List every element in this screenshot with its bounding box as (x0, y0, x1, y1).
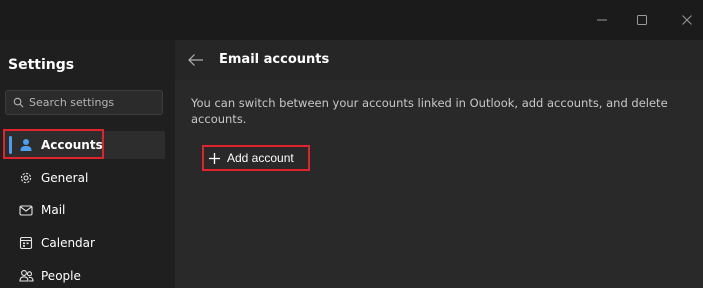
mail-icon (18, 202, 34, 218)
sidebar-item-label: General (41, 171, 89, 185)
close-button[interactable] (664, 0, 703, 40)
main-panel: Email accounts You can switch between yo… (175, 40, 703, 288)
calendar-icon (18, 235, 34, 251)
sidebar-item-calendar[interactable]: Calendar (5, 229, 165, 257)
sidebar-item-people[interactable]: People (5, 262, 165, 288)
add-account-button[interactable]: Add account (202, 145, 310, 171)
sidebar-item-label: Calendar (41, 236, 95, 250)
settings-window: Settings Accounts (0, 0, 703, 288)
page-title: Email accounts (219, 52, 330, 67)
maximize-button[interactable] (619, 0, 665, 40)
back-arrow-icon[interactable] (187, 52, 205, 68)
sidebar-item-label: People (41, 269, 81, 283)
gear-icon (18, 170, 34, 186)
search-icon (13, 97, 24, 108)
close-icon (682, 15, 692, 25)
sidebar-title: Settings (8, 57, 75, 73)
settings-sidebar: Settings Accounts (0, 40, 175, 288)
maximize-icon (637, 15, 647, 25)
panel-header: Email accounts (175, 40, 703, 80)
people-icon (18, 268, 34, 284)
search-input[interactable] (29, 96, 159, 109)
title-bar (0, 0, 703, 40)
search-box[interactable] (5, 90, 163, 115)
description-text: You can switch between your accounts lin… (191, 96, 668, 126)
add-account-label: Add account (227, 151, 294, 165)
sidebar-item-label: Mail (41, 203, 66, 217)
sidebar-item-mail[interactable]: Mail (5, 196, 165, 224)
plus-icon (208, 152, 221, 165)
highlight-box (3, 129, 104, 159)
sidebar-item-general[interactable]: General (5, 164, 165, 192)
minimize-icon (597, 19, 607, 21)
